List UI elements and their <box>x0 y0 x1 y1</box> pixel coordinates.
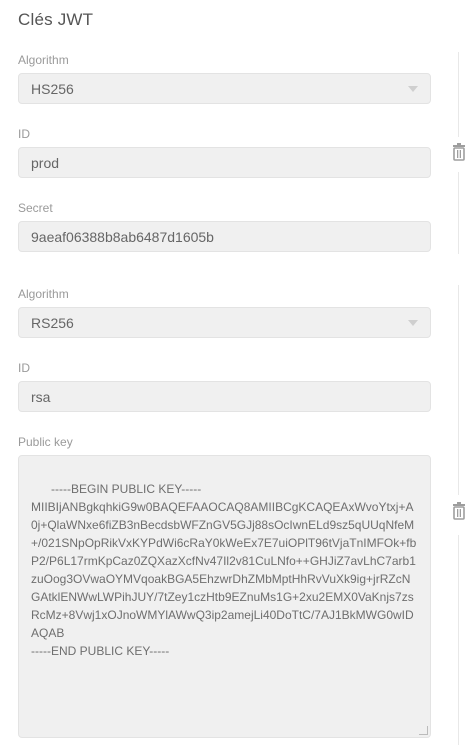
id-input[interactable]: prod <box>18 147 431 178</box>
secret-value: 9aeaf06388b8ab6487d1605b <box>31 229 214 245</box>
trash-icon[interactable] <box>451 143 467 161</box>
algorithm-label: Algorithm <box>18 287 69 301</box>
id-value: rsa <box>31 389 51 405</box>
secret-label: Secret <box>18 201 53 215</box>
divider <box>458 535 459 745</box>
id-label: ID <box>18 127 30 141</box>
divider <box>458 52 459 137</box>
public-key-label: Public key <box>18 435 73 449</box>
algorithm-value: RS256 <box>31 315 74 331</box>
algorithm-select[interactable]: RS256 <box>18 307 431 338</box>
secret-input[interactable]: 9aeaf06388b8ab6487d1605b <box>18 221 431 252</box>
algorithm-value: HS256 <box>31 81 74 97</box>
page-title: Clés JWT <box>18 10 94 29</box>
chevron-down-icon <box>408 86 418 92</box>
id-value: prod <box>31 155 60 171</box>
jwt-keys-page: Clés JWT Algorithm HS256 ID prod Secret … <box>0 0 476 756</box>
divider <box>458 285 459 495</box>
chevron-down-icon <box>408 320 418 326</box>
algorithm-label: Algorithm <box>18 53 69 67</box>
id-label: ID <box>18 361 30 375</box>
algorithm-select[interactable]: HS256 <box>18 73 431 104</box>
divider <box>458 172 459 254</box>
public-key-value: -----BEGIN PUBLIC KEY----- MIIBIjANBgkqh… <box>31 482 417 658</box>
public-key-textarea[interactable]: -----BEGIN PUBLIC KEY----- MIIBIjANBgkqh… <box>18 455 431 738</box>
trash-icon[interactable] <box>451 502 467 520</box>
id-input[interactable]: rsa <box>18 381 431 412</box>
resize-handle-icon[interactable] <box>419 726 428 735</box>
